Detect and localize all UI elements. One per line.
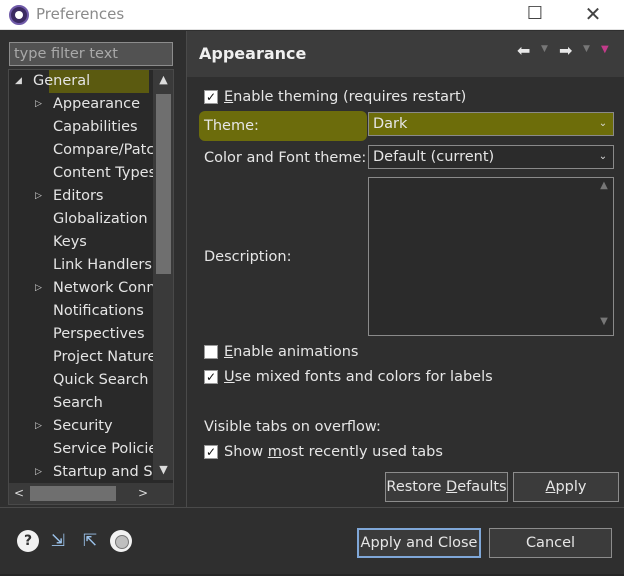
tree-item-label: Search bbox=[53, 395, 103, 411]
back-arrow-icon[interactable]: ⬅ bbox=[517, 41, 530, 60]
collapsed-arrow-icon[interactable]: ▷ bbox=[35, 461, 47, 484]
theme-label: Theme: bbox=[204, 118, 259, 134]
label-text: se mixed fonts and colors for labels bbox=[234, 369, 493, 385]
button-text: efaults bbox=[457, 479, 507, 495]
scroll-up-arrow-icon[interactable]: ▲ bbox=[595, 180, 613, 191]
horizontal-scroll-thumb[interactable] bbox=[30, 486, 116, 501]
checkbox-box[interactable]: ✓ bbox=[204, 370, 218, 384]
vertical-scroll-thumb[interactable] bbox=[156, 94, 171, 274]
tree-item-label: Link Handlers bbox=[53, 257, 152, 273]
tree-item-label: Capabilities bbox=[53, 119, 138, 135]
label-text: nable theming (requires restart) bbox=[233, 89, 467, 105]
tree-item-label: Content Types bbox=[53, 165, 157, 181]
scroll-right-arrow-icon[interactable]: > bbox=[133, 483, 153, 504]
scroll-down-arrow-icon[interactable]: ▼ bbox=[595, 316, 613, 327]
mnemonic-letter: A bbox=[545, 479, 556, 495]
eclipse-app-icon bbox=[9, 5, 29, 25]
scroll-up-arrow-icon[interactable]: ▲ bbox=[153, 70, 173, 90]
tree-item-label: Perspectives bbox=[53, 326, 145, 342]
preference-navigation: ◢ General ▷ Appearance Capabilities Comp… bbox=[0, 31, 184, 507]
color-font-theme-label: Color and Font theme: bbox=[204, 150, 367, 166]
page-title: Appearance bbox=[199, 44, 307, 63]
export-icon[interactable]: ⇱ bbox=[79, 530, 101, 552]
description-scrollbar[interactable]: ▲ ▼ bbox=[595, 178, 613, 335]
color-font-theme-dropdown[interactable]: Default (current) ⌄ bbox=[368, 145, 614, 169]
cancel-button[interactable]: Cancel bbox=[489, 528, 612, 558]
window-title: Preferences bbox=[36, 5, 125, 23]
chevron-down-icon[interactable]: ⌄ bbox=[593, 113, 613, 135]
tree-item-label: Appearance bbox=[53, 96, 141, 112]
preference-tree: ◢ General ▷ Appearance Capabilities Comp… bbox=[8, 69, 174, 505]
maximize-button[interactable]: ☐ bbox=[512, 0, 558, 30]
forward-arrow-icon[interactable]: ➡ bbox=[559, 41, 572, 60]
title-bar: Preferences ☐ ✕ bbox=[0, 0, 624, 30]
mnemonic-letter: m bbox=[267, 444, 282, 460]
collapsed-arrow-icon[interactable]: ▷ bbox=[35, 185, 47, 208]
import-icon[interactable]: ⇲ bbox=[47, 530, 69, 552]
tree-item-label: Notifications bbox=[53, 303, 144, 319]
tree-item-label: Service Policies bbox=[53, 441, 165, 457]
description-label: Description: bbox=[204, 249, 292, 265]
preference-recorder-icon[interactable] bbox=[110, 530, 132, 552]
scroll-down-arrow-icon[interactable]: ▼ bbox=[153, 460, 173, 480]
checkbox-box[interactable] bbox=[204, 345, 218, 359]
checkbox-label: Use mixed fonts and colors for labels bbox=[224, 366, 493, 388]
checkbox-label: Enable theming (requires restart) bbox=[224, 86, 466, 108]
tree-item-label: Editors bbox=[53, 188, 104, 204]
mnemonic-letter: D bbox=[446, 479, 458, 495]
apply-button[interactable]: Apply bbox=[513, 472, 619, 502]
filter-input[interactable] bbox=[9, 42, 173, 66]
theme-value: Dark bbox=[373, 116, 408, 132]
view-menu-icon[interactable]: ▼ bbox=[601, 44, 609, 55]
tree-horizontal-scrollbar[interactable]: < > bbox=[9, 483, 173, 504]
tree-item-label: Project Natures bbox=[53, 349, 164, 365]
label-text: nable animations bbox=[233, 344, 359, 360]
help-icon[interactable]: ? bbox=[17, 530, 39, 552]
mnemonic-letter: E bbox=[224, 344, 234, 360]
apply-and-close-button[interactable]: Apply and Close bbox=[357, 528, 481, 558]
theme-dropdown[interactable]: Dark ⌄ bbox=[368, 112, 614, 136]
restore-defaults-button[interactable]: Restore Defaults bbox=[385, 472, 508, 502]
description-textarea[interactable]: ▲ ▼ bbox=[368, 177, 614, 336]
tree-item-label: Security bbox=[53, 418, 113, 434]
color-font-theme-value: Default (current) bbox=[373, 149, 495, 165]
forward-history-caret-icon[interactable]: ▼ bbox=[583, 44, 590, 54]
checkbox-label: Enable animations bbox=[224, 341, 358, 363]
back-history-caret-icon[interactable]: ▼ bbox=[541, 44, 548, 54]
mnemonic-letter: U bbox=[224, 369, 235, 385]
checkbox-label: Show most recently used tabs bbox=[224, 441, 443, 463]
label-text: Show bbox=[224, 444, 268, 460]
collapsed-arrow-icon[interactable]: ▷ bbox=[35, 415, 47, 438]
expanded-arrow-icon[interactable]: ◢ bbox=[15, 70, 27, 93]
scroll-left-arrow-icon[interactable]: < bbox=[9, 483, 29, 504]
visible-tabs-label: Visible tabs on overflow: bbox=[204, 419, 381, 435]
tree-item-label: Keys bbox=[53, 234, 87, 250]
tree-item-label: Compare/Patch bbox=[53, 142, 164, 158]
preference-page: Appearance ⬅ ▼ ➡ ▼ ▼ ✓ Enable theming (r… bbox=[186, 31, 624, 507]
checkbox-box[interactable]: ✓ bbox=[204, 445, 218, 459]
mnemonic-letter: E bbox=[224, 89, 234, 105]
checkbox-box[interactable]: ✓ bbox=[204, 90, 218, 104]
button-text: pply bbox=[555, 479, 587, 495]
tree-vertical-scrollbar[interactable]: ▲ ▼ bbox=[153, 70, 173, 480]
label-text: ost recently used tabs bbox=[281, 444, 443, 460]
close-button[interactable]: ✕ bbox=[570, 0, 616, 30]
page-header: Appearance ⬅ ▼ ➡ ▼ ▼ bbox=[187, 31, 624, 77]
tree-item-label: Quick Search bbox=[53, 372, 149, 388]
chevron-down-icon[interactable]: ⌄ bbox=[593, 146, 613, 168]
tree-item-label: General bbox=[33, 73, 91, 89]
collapsed-arrow-icon[interactable]: ▷ bbox=[35, 277, 47, 300]
dialog-button-bar: ? ⇲ ⇱ Apply and Close Cancel bbox=[0, 507, 624, 576]
collapsed-arrow-icon[interactable]: ▷ bbox=[35, 93, 47, 116]
button-text: Restore bbox=[386, 479, 447, 495]
tree-item-label: Globalization bbox=[53, 211, 148, 227]
